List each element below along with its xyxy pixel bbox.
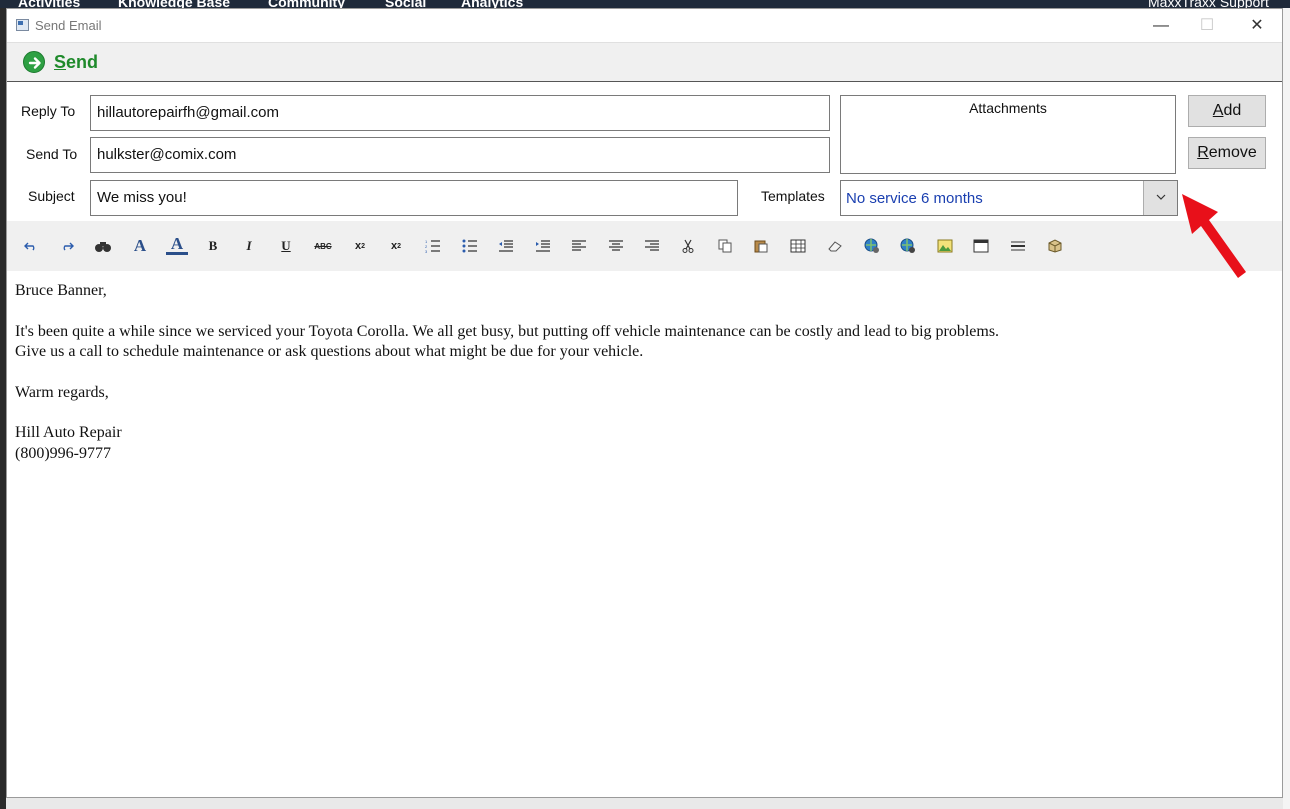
superscript-icon[interactable]: x2	[385, 235, 407, 257]
image-icon[interactable]	[934, 235, 956, 257]
send-arrow-icon[interactable]	[23, 51, 45, 73]
window-icon[interactable]	[970, 235, 992, 257]
remove-attachment-button[interactable]: Remove	[1188, 137, 1266, 169]
italic-icon[interactable]: I	[238, 235, 260, 257]
bg-tab-social[interactable]: Social	[385, 0, 426, 8]
redo-icon[interactable]	[56, 235, 78, 257]
send-to-label: Send To	[26, 146, 78, 162]
bullet-list-icon[interactable]	[459, 235, 481, 257]
font-color-icon[interactable]: A	[129, 235, 151, 257]
body-closing: Warm regards,	[15, 383, 109, 401]
body-phone: (800)996-9777	[15, 444, 111, 462]
attachments-title: Attachments	[969, 100, 1047, 116]
paste-icon[interactable]	[750, 235, 772, 257]
window-title: Send Email	[35, 18, 102, 33]
strikethrough-icon[interactable]: ABC	[312, 235, 334, 257]
send-to-field[interactable]: hulkster@comix.com	[90, 137, 830, 173]
chevron-down-icon	[1156, 194, 1166, 200]
bg-tab-community[interactable]: Community	[268, 0, 345, 8]
subject-field[interactable]: We miss you!	[90, 180, 738, 216]
unlink-icon[interactable]	[897, 235, 919, 257]
close-button[interactable]: ✕	[1234, 13, 1280, 39]
undo-icon[interactable]	[20, 235, 42, 257]
templates-selected-value: No service 6 months	[846, 190, 983, 207]
add-attachment-button[interactable]: Add	[1188, 95, 1266, 127]
title-bar: Send Email — ☐ ✕	[7, 9, 1282, 42]
send-button[interactable]: Send	[54, 52, 98, 73]
bold-icon[interactable]: B	[202, 235, 224, 257]
subscript-icon[interactable]: x2	[349, 235, 371, 257]
templates-label: Templates	[761, 188, 825, 204]
send-button-label-rest: end	[66, 52, 99, 72]
templates-dropdown-button[interactable]	[1143, 181, 1177, 215]
underline-icon[interactable]: U	[275, 235, 297, 257]
align-right-icon[interactable]	[641, 235, 663, 257]
maximize-button[interactable]: ☐	[1184, 13, 1230, 39]
email-body-editor[interactable]: Bruce Banner, It's been quite a while si…	[7, 271, 1282, 797]
find-icon[interactable]	[92, 235, 114, 257]
outdent-icon[interactable]	[495, 235, 517, 257]
attachments-list[interactable]: Attachments	[840, 95, 1176, 174]
link-icon[interactable]	[861, 235, 883, 257]
body-line-1: It's been quite a while since we service…	[15, 322, 1000, 340]
minimize-button[interactable]: —	[1138, 13, 1184, 39]
cut-icon[interactable]	[677, 235, 699, 257]
align-center-icon[interactable]	[605, 235, 627, 257]
body-line-2: Give us a call to schedule maintenance o…	[15, 343, 644, 360]
body-company: Hill Auto Repair	[15, 424, 122, 441]
add-label-rest: dd	[1223, 102, 1242, 119]
background-right-edge	[1283, 8, 1290, 809]
subject-label: Subject	[28, 188, 75, 204]
send-email-dialog: Send Email — ☐ ✕ Send Reply To hillautor…	[6, 8, 1283, 798]
send-button-access-key: S	[54, 52, 67, 72]
annotation-arrow-icon	[1182, 194, 1246, 278]
background-nav: Activities Knowledge Base Community Soci…	[0, 0, 1290, 8]
table-icon[interactable]	[787, 235, 809, 257]
body-greeting: Bruce Banner,	[15, 282, 107, 299]
bg-account[interactable]: MaxxTraxx Support	[1148, 0, 1269, 8]
editor-toolbar: A A B I U ABC x2 x2 123	[7, 221, 1282, 271]
bg-tab-knowledge-base[interactable]: Knowledge Base	[118, 0, 230, 8]
highlight-icon[interactable]: A	[166, 234, 188, 255]
bg-tab-analytics[interactable]: Analytics	[461, 0, 523, 8]
remove-label-rest: emove	[1208, 144, 1257, 161]
insert-object-icon[interactable]	[1044, 235, 1066, 257]
ordered-list-icon[interactable]: 123	[422, 235, 444, 257]
svg-text:3: 3	[425, 249, 428, 253]
reply-to-field[interactable]: hillautorepairfh@gmail.com	[90, 95, 830, 131]
indent-icon[interactable]	[532, 235, 554, 257]
templates-select[interactable]: No service 6 months	[840, 180, 1178, 216]
copy-icon[interactable]	[714, 235, 736, 257]
eraser-icon[interactable]	[824, 235, 846, 257]
bg-tab-activities[interactable]: Activities	[18, 0, 80, 8]
send-toolbar: Send	[7, 42, 1282, 82]
align-left-icon[interactable]	[568, 235, 590, 257]
remove-access-key: R	[1197, 144, 1209, 161]
horizontal-rule-icon[interactable]	[1007, 235, 1029, 257]
add-access-key: A	[1212, 102, 1224, 119]
window-icon	[16, 19, 29, 31]
reply-to-label: Reply To	[21, 103, 76, 119]
